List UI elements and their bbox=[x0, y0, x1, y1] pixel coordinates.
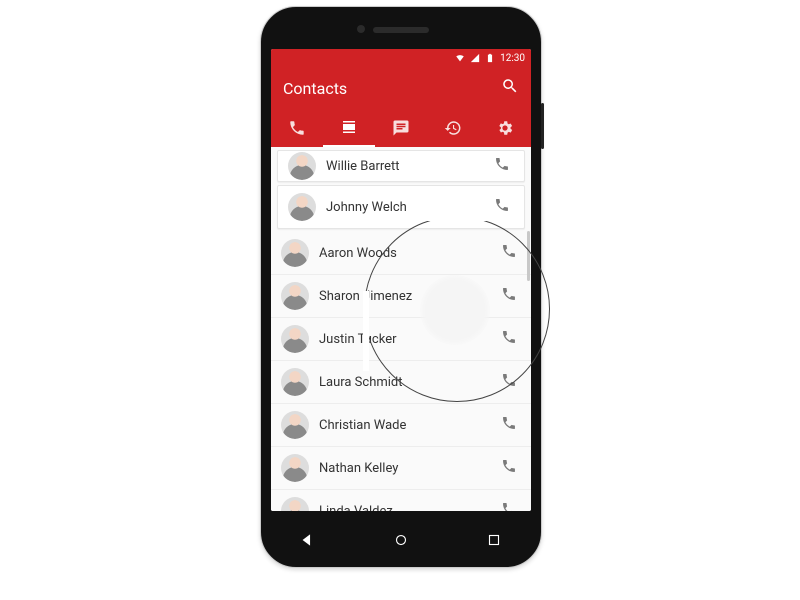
call-button[interactable] bbox=[490, 195, 514, 219]
scrollbar-thumb[interactable] bbox=[527, 231, 530, 281]
avatar bbox=[281, 368, 309, 396]
call-button[interactable] bbox=[497, 413, 521, 437]
battery-icon bbox=[485, 53, 495, 63]
contact-row[interactable]: Willie Barrett bbox=[277, 150, 525, 182]
phone-icon bbox=[501, 372, 517, 392]
call-button[interactable] bbox=[497, 284, 521, 308]
tab-contacts[interactable] bbox=[323, 109, 375, 147]
contact-name: Linda Valdez bbox=[319, 504, 497, 512]
contact-row[interactable]: Christian Wade bbox=[271, 404, 531, 447]
contact-row[interactable]: Linda Valdez bbox=[271, 490, 531, 511]
tab-history[interactable] bbox=[427, 109, 479, 147]
avatar bbox=[288, 152, 316, 180]
recent-icon bbox=[485, 531, 503, 549]
call-button[interactable] bbox=[497, 241, 521, 265]
home-icon bbox=[392, 531, 410, 549]
phone-frame: 12:30 Contacts Willie bbox=[260, 6, 542, 568]
android-nav-bar bbox=[261, 531, 541, 553]
nav-recent[interactable] bbox=[485, 531, 503, 553]
phone-icon bbox=[501, 501, 517, 511]
contact-name: Johnny Welch bbox=[326, 200, 490, 215]
avatar bbox=[288, 193, 316, 221]
call-button[interactable] bbox=[490, 154, 514, 178]
phone-icon bbox=[501, 415, 517, 435]
contact-row[interactable]: Sharon Jimenez bbox=[271, 275, 531, 318]
search-button[interactable] bbox=[501, 77, 519, 99]
contact-name: Willie Barrett bbox=[326, 159, 490, 174]
contact-row[interactable]: Aaron Woods bbox=[271, 232, 531, 275]
contact-row[interactable]: Nathan Kelley bbox=[271, 447, 531, 490]
avatar bbox=[281, 282, 309, 310]
avatar bbox=[281, 239, 309, 267]
avatar bbox=[281, 497, 309, 511]
contact-name: Laura Schmidt bbox=[319, 375, 497, 390]
tab-messages[interactable] bbox=[375, 109, 427, 147]
contacts-icon bbox=[340, 118, 358, 136]
phone-speaker bbox=[373, 27, 429, 33]
contact-name: Justin Tucker bbox=[319, 332, 497, 347]
gear-icon bbox=[496, 119, 514, 137]
contact-name: Sharon Jimenez bbox=[319, 289, 497, 304]
search-icon bbox=[501, 77, 519, 95]
call-button[interactable] bbox=[497, 370, 521, 394]
back-icon bbox=[299, 531, 317, 549]
contact-name: Nathan Kelley bbox=[319, 461, 497, 476]
phone-icon bbox=[494, 197, 510, 217]
call-button[interactable] bbox=[497, 327, 521, 351]
phone-icon bbox=[288, 119, 306, 137]
nav-back[interactable] bbox=[299, 531, 317, 553]
call-button[interactable] bbox=[497, 456, 521, 480]
contact-name: Christian Wade bbox=[319, 418, 497, 433]
signal-icon bbox=[470, 53, 480, 63]
contact-list[interactable]: Willie Barrett Johnny Welch Aaron Woods Sha… bbox=[271, 150, 531, 511]
contact-row[interactable]: Laura Schmidt bbox=[271, 361, 531, 404]
call-button[interactable] bbox=[497, 499, 521, 511]
page-title: Contacts bbox=[283, 79, 347, 98]
history-icon bbox=[444, 119, 462, 137]
phone-icon bbox=[501, 243, 517, 263]
phone-icon bbox=[501, 458, 517, 478]
phone-icon bbox=[501, 286, 517, 306]
avatar bbox=[281, 411, 309, 439]
wifi-icon bbox=[455, 53, 465, 63]
nav-home[interactable] bbox=[392, 531, 410, 553]
avatar bbox=[281, 454, 309, 482]
app-bar: Contacts bbox=[271, 67, 531, 147]
screen: 12:30 Contacts Willie bbox=[271, 49, 531, 511]
contact-row[interactable]: Justin Tucker bbox=[271, 318, 531, 361]
chat-icon bbox=[392, 119, 410, 137]
phone-camera bbox=[357, 25, 365, 33]
tab-phone[interactable] bbox=[271, 109, 323, 147]
phone-icon bbox=[494, 156, 510, 176]
contact-row[interactable]: Johnny Welch bbox=[277, 185, 525, 229]
contact-name: Aaron Woods bbox=[319, 246, 497, 261]
phone-icon bbox=[501, 329, 517, 349]
avatar bbox=[281, 325, 309, 353]
status-bar: 12:30 bbox=[271, 49, 531, 67]
tab-bar bbox=[271, 109, 531, 147]
tab-settings[interactable] bbox=[479, 109, 531, 147]
status-time: 12:30 bbox=[500, 53, 525, 64]
